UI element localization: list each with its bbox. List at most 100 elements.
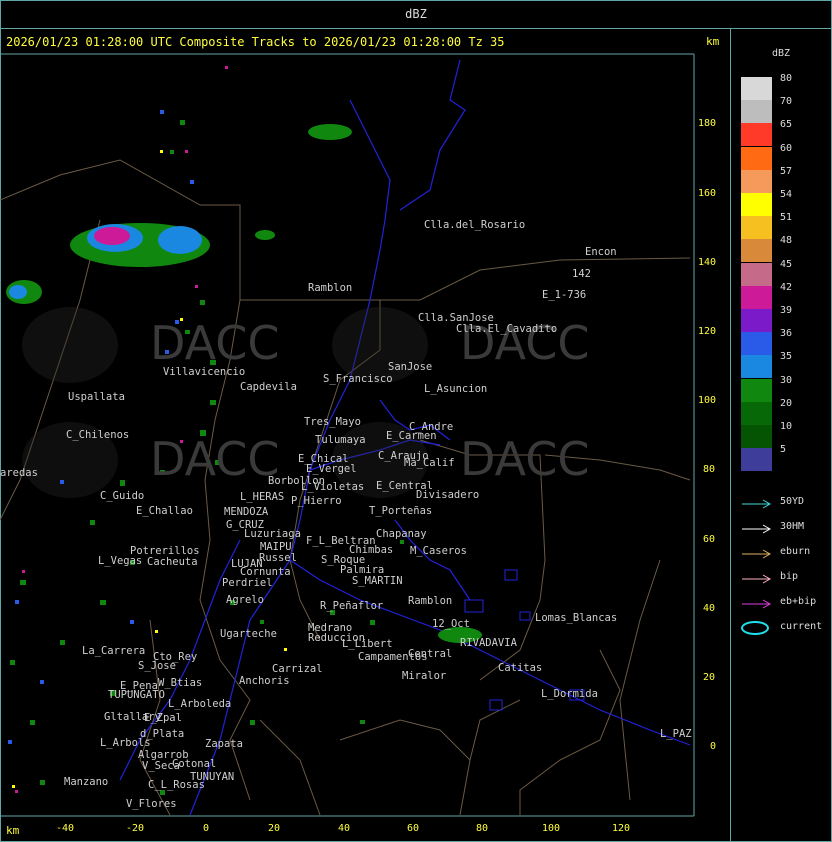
y-tick: 140 <box>698 257 717 268</box>
place-label: C_L_Rosas <box>148 779 205 791</box>
place-label: L_PAZ <box>660 728 692 740</box>
track-arrow-icon <box>741 521 773 535</box>
current-ellipse-icon <box>741 621 769 635</box>
scale-label: 10 <box>780 421 793 432</box>
place-label: Ugarteche <box>220 628 277 640</box>
track-label: 50YD <box>780 496 805 507</box>
scale-swatch <box>741 309 772 332</box>
scale-label: 57 <box>780 165 793 177</box>
place-label: Chapanay <box>376 528 427 540</box>
x-tick: 120 <box>612 823 631 834</box>
place-label: L_Arbols <box>100 737 151 749</box>
scale-label: 30 <box>780 374 793 386</box>
scale-label: 48 <box>780 235 793 247</box>
place-label: E_Challao <box>136 505 193 517</box>
place-label: Tres_Mayo <box>304 416 361 428</box>
place-label: Tulumaya <box>315 434 366 446</box>
scale-label: 39 <box>780 305 793 316</box>
place-label: MENDOZA <box>224 506 269 518</box>
legend-title: dBZ <box>772 48 791 59</box>
watermark-text: DACC <box>150 316 280 370</box>
place-label: Encon <box>585 246 617 258</box>
place-label: Central <box>408 648 453 660</box>
place-label: W_Btias <box>158 677 203 689</box>
scale-label: 20 <box>780 397 793 409</box>
place-label: Russel <box>259 552 297 564</box>
place-label: Ma_Calif <box>404 457 455 469</box>
place-label: L_Asuncion <box>424 383 488 395</box>
track-label: 30HM <box>780 521 805 532</box>
scale-swatch <box>741 425 772 448</box>
place-label: E_Carmen <box>386 430 437 442</box>
y-tick: 60 <box>703 534 716 545</box>
scale-swatch <box>741 193 772 216</box>
place-label: L_Vegas <box>98 555 143 567</box>
track-arrow-icon <box>741 496 773 510</box>
scale-label: 54 <box>780 189 793 200</box>
scale-swatch <box>741 401 772 425</box>
place-label: E_1-736 <box>542 289 587 301</box>
place-label: Cotonal <box>172 758 217 770</box>
scale-swatch <box>741 77 772 100</box>
place-label: Clla.del_Rosario <box>424 219 526 231</box>
place-label: RIVADAVIA <box>460 637 517 649</box>
place-label: TUPUNGATO <box>108 689 165 701</box>
scale-swatch <box>741 239 772 263</box>
track-arrow-icon <box>741 546 773 560</box>
place-label: Villavicencio <box>163 366 246 378</box>
y-tick: 120 <box>698 326 717 337</box>
place-label: S_MARTIN <box>352 575 403 587</box>
scale-swatch <box>741 146 772 170</box>
y-tick: 20 <box>703 672 716 683</box>
scale-label: 42 <box>780 281 793 293</box>
x-tick: 100 <box>542 823 561 834</box>
x-tick: -40 <box>56 823 75 834</box>
y-tick: 100 <box>698 395 717 406</box>
place-label: T_Porteñas <box>369 505 433 517</box>
place-label: Ramblon <box>308 282 353 294</box>
place-label: R_Peñaflor <box>320 600 384 612</box>
place-label: S_Jose <box>138 660 176 672</box>
place-label: P_Hierro <box>291 495 342 507</box>
place-label: M_Caseros <box>410 545 467 557</box>
place-label: 142 <box>572 268 591 280</box>
track-label: bip <box>780 571 799 582</box>
scale-swatch <box>741 378 772 402</box>
scale-swatch <box>741 355 772 379</box>
scale-swatch <box>741 169 772 193</box>
place-label: La_Carrera <box>82 645 146 657</box>
place-label: Carrizal <box>272 663 323 675</box>
place-label: Zapata <box>205 738 243 750</box>
x-tick: -20 <box>126 823 145 834</box>
x-tick: 60 <box>407 823 420 834</box>
place-label: Uspallata <box>68 391 125 403</box>
x-tick: 0 <box>203 823 210 834</box>
place-label: Perdriel <box>222 577 273 589</box>
y-tick: 180 <box>698 118 717 129</box>
watermark-text: DACC <box>460 432 590 486</box>
x-tick: 20 <box>268 823 281 834</box>
place-label: Ramblon <box>408 595 453 607</box>
scale-swatch <box>741 123 772 147</box>
place-label: aredas <box>0 467 38 479</box>
y-tick: 80 <box>703 464 716 475</box>
scale-label: 45 <box>780 258 793 270</box>
place-label: V_Flores <box>126 798 177 810</box>
scale-swatch <box>741 285 772 309</box>
place-label: 12_Oct <box>432 618 470 630</box>
place-label: Miralor <box>402 670 447 682</box>
place-label: E_Vergel <box>306 463 357 475</box>
place-label: L_Arboleda <box>168 698 232 710</box>
scale-label: 65 <box>780 119 793 131</box>
place-label: C_Guido <box>100 490 145 502</box>
track-label: eburn <box>780 546 811 557</box>
place-label: Luzuriaga <box>244 528 301 540</box>
scale-swatch <box>741 216 772 240</box>
place-label: Manzano <box>64 776 109 788</box>
scale-label: 60 <box>780 142 793 154</box>
y-tick: 0 <box>710 741 717 752</box>
place-label: L_Violetas <box>301 481 365 493</box>
place-label: Divisadero <box>416 489 480 501</box>
place-label: L_Dormida <box>541 688 598 700</box>
place-label: Cacheuta <box>147 556 198 568</box>
